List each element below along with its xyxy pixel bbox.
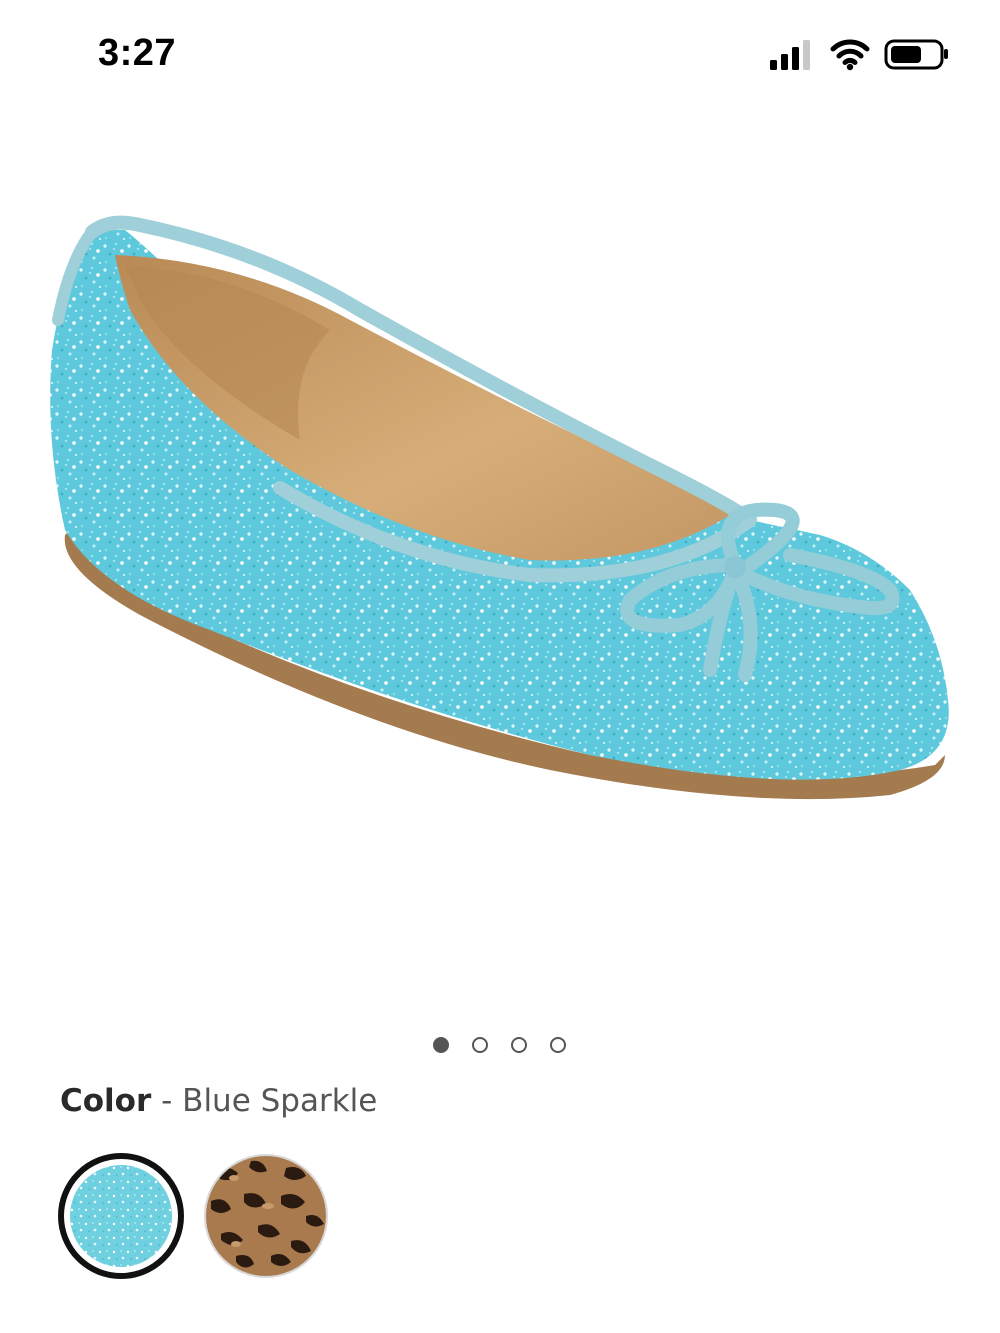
wifi-icon — [830, 36, 870, 72]
battery-icon — [884, 36, 950, 72]
product-image[interactable] — [30, 170, 970, 890]
color-label: Color - Blue Sparkle — [60, 1080, 377, 1122]
swatch-blue-sparkle-fill — [70, 1165, 172, 1267]
status-bar: 3:27 — [0, 0, 1000, 110]
swatch-blue-sparkle[interactable] — [58, 1153, 184, 1279]
swatch-leopard[interactable] — [204, 1154, 328, 1278]
leopard-pattern — [206, 1156, 326, 1276]
carousel-dot-3[interactable] — [511, 1037, 527, 1053]
signal-icon — [768, 36, 816, 72]
color-label-separator: - — [161, 1083, 173, 1119]
color-label-title: Color — [60, 1083, 152, 1119]
carousel-dot-4[interactable] — [550, 1037, 566, 1053]
carousel-dot-1[interactable] — [433, 1037, 449, 1053]
color-selected-value: Blue Sparkle — [182, 1083, 378, 1119]
status-icons — [768, 36, 950, 74]
ballet-flat-illustration — [50, 215, 949, 800]
color-swatches — [58, 1153, 358, 1283]
status-time: 3:27 — [98, 32, 177, 74]
carousel-dots — [0, 1037, 1000, 1059]
carousel-dot-2[interactable] — [472, 1037, 488, 1053]
